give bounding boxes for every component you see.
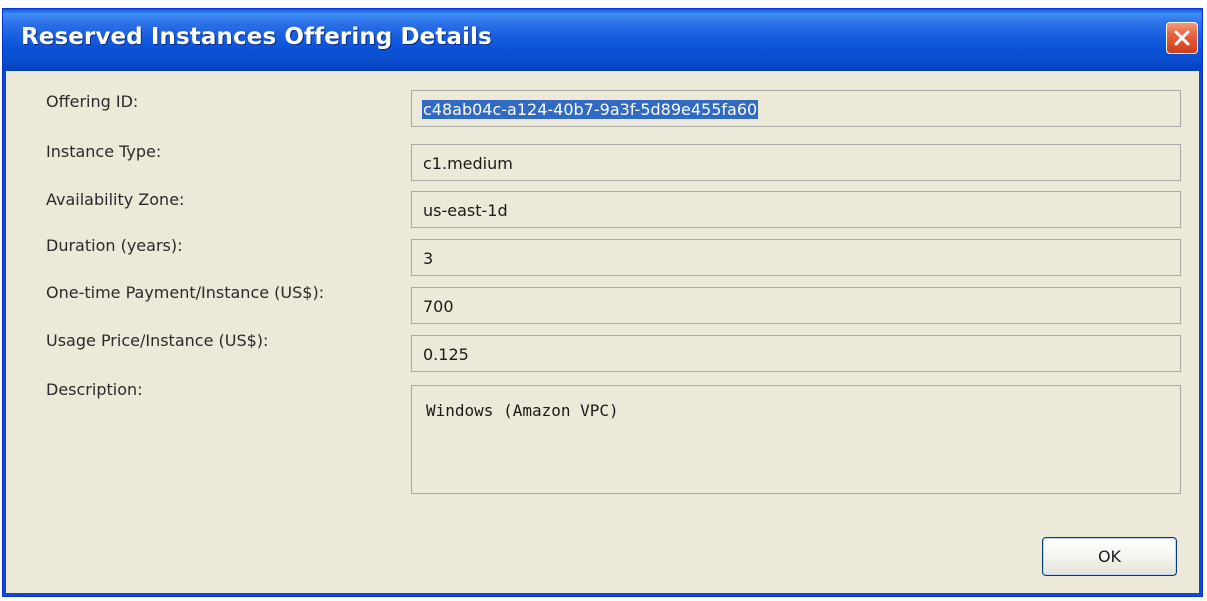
instance-type-field[interactable]: c1.medium bbox=[411, 144, 1181, 181]
description-value: Windows (Amazon VPC) bbox=[426, 401, 619, 420]
dialog-title: Reserved Instances Offering Details bbox=[21, 24, 492, 50]
duration-field[interactable]: 3 bbox=[411, 239, 1181, 276]
duration-value: 3 bbox=[423, 249, 434, 268]
dialog-body: Offering ID: c48ab04c-a124-40b7-9a3f-5d8… bbox=[3, 71, 1202, 596]
availability-zone-label: Availability Zone: bbox=[46, 190, 185, 209]
description-textarea[interactable]: Windows (Amazon VPC) bbox=[411, 385, 1181, 494]
one-time-payment-field[interactable]: 700 bbox=[411, 287, 1181, 324]
duration-label: Duration (years): bbox=[46, 236, 183, 255]
close-icon bbox=[1174, 30, 1190, 46]
offering-id-label: Offering ID: bbox=[46, 92, 139, 111]
instance-type-value: c1.medium bbox=[423, 154, 513, 173]
ok-button[interactable]: OK bbox=[1042, 537, 1177, 576]
usage-price-label: Usage Price/Instance (US$): bbox=[46, 331, 269, 350]
usage-price-field[interactable]: 0.125 bbox=[411, 335, 1181, 372]
one-time-payment-value: 700 bbox=[423, 297, 454, 316]
availability-zone-value: us-east-1d bbox=[423, 201, 508, 220]
title-bar[interactable]: Reserved Instances Offering Details bbox=[3, 9, 1202, 71]
offering-details-dialog: Reserved Instances Offering Details Offe… bbox=[2, 8, 1203, 597]
one-time-payment-label: One-time Payment/Instance (US$): bbox=[46, 283, 325, 302]
description-label: Description: bbox=[46, 380, 143, 399]
availability-zone-field[interactable]: us-east-1d bbox=[411, 191, 1181, 228]
instance-type-label: Instance Type: bbox=[46, 142, 162, 161]
offering-id-field[interactable]: c48ab04c-a124-40b7-9a3f-5d89e455fa60 bbox=[411, 90, 1181, 127]
usage-price-value: 0.125 bbox=[423, 345, 469, 364]
offering-id-value: c48ab04c-a124-40b7-9a3f-5d89e455fa60 bbox=[422, 100, 759, 119]
close-button[interactable] bbox=[1166, 22, 1198, 54]
